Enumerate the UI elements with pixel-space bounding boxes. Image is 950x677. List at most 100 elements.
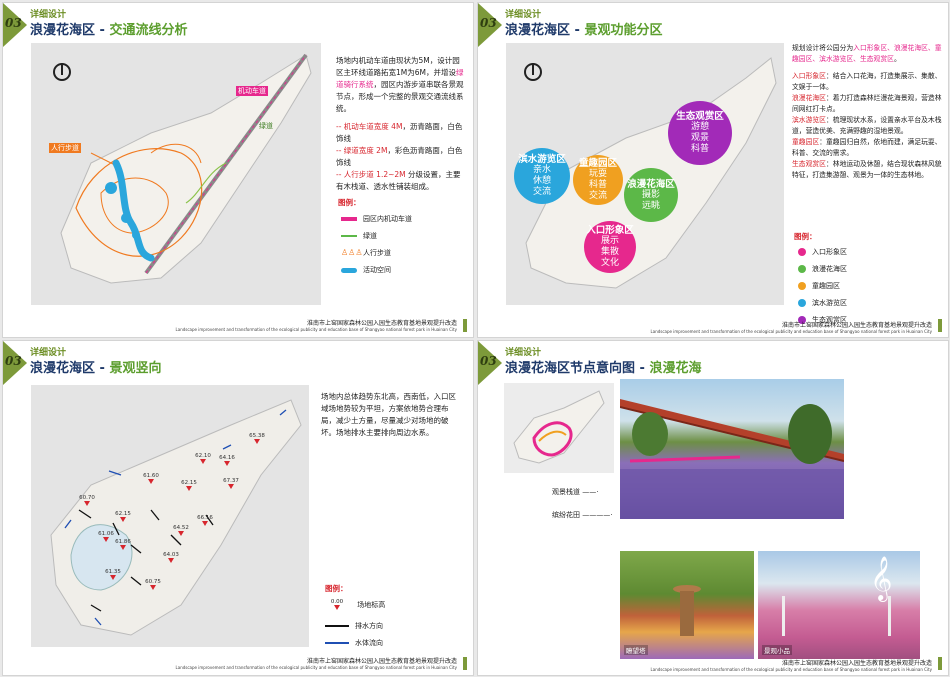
caption-sculpture: 景观小品 [762,645,792,655]
elevation-map: 65.38 62.10 64.16 67.37 61.60 62.15 60.7… [31,385,309,647]
traffic-plan-svg [60,53,312,284]
legend-activity-space: 活动空间 [341,265,391,275]
bubble-line: 科普 [588,180,607,190]
title-sub: 交通流线分析 [109,23,188,38]
spec-label: -- 绿道宽度 2M [336,146,388,155]
elevation-marker: 64.52 [170,525,192,536]
legend-label: 入口形象区 [812,248,847,256]
page-footer: 淮南市上窑国家森林公园入园生态教育基地景观提升改造 Landscape impr… [176,656,457,670]
bubble-line: 休憩 [532,176,551,186]
legend-entrance: 入口形象区 [798,247,847,257]
dot-icon [798,282,806,290]
intro-text: 规划设计将公园分为 [792,44,854,52]
elevation-marker: 62.15 [178,480,200,491]
zone-item: 滨水游览区：梳理现状水系，设置亲水平台及木栈道，营造优美、充满野趣的湿地景观。 [792,115,942,137]
annotation-boardwalk: 观景栈道 ——· [552,488,599,496]
elevation-marker: 65.38 [246,433,268,444]
legend-label: 绿道 [363,232,377,240]
legend-walkway: ♙♙♙人行步道 [341,248,391,258]
legend-vehicle-road: 园区内机动车道 [341,214,412,224]
elevation-base-svg [50,399,302,636]
desc-text: 场地内机动车道由现状为5M，设计园区主环线道路拓宽1M为6M，并增设 [336,56,460,77]
dot-icon [798,299,806,307]
footer-en: Landscape improvement and transformation… [175,665,457,670]
bubble-line: 展示 [600,236,619,246]
elevation-marker-icon: 0.00 [325,599,349,610]
elevation-marker: 66.16 [194,515,216,526]
title-sub: 浪漫花海 [649,361,702,376]
bubble-title: 童趣园区 [578,158,617,169]
legend-label: 场地标高 [357,600,386,609]
footer-en: Landscape improvement and transformation… [650,329,932,334]
zone-bubble-entrance: 入口形象区 展示 集散 文化 [584,221,636,273]
title-main: 浪漫花海区 [30,23,96,38]
bubble-line: 摄影 [641,189,660,200]
bubble-line: 文化 [600,258,619,268]
intro-end: 。 [893,55,901,63]
zone-bubble-flowers: 浪漫花海区 摄影 远眺 [624,168,678,222]
vertical-description: 场地内总体趋势东北高，西南低，入口区域场地势较为平坦，方案依地势合理布局，减少土… [321,392,456,437]
zone-item: 入口形象区：结合入口花海，打造集展示、集散、文娱于一体。 [792,71,942,93]
elevation-marker: 61.60 [140,473,162,484]
legend-label: 滨水游览区 [812,299,847,307]
footer-bar [938,657,942,670]
pedestrian-icon: ♙♙♙ [341,248,363,257]
annotation-label: 缤纷花田 [552,511,580,519]
label-greenway: 绿道 [259,122,273,130]
zone-item: 浪漫花海区：着力打造森林烂漫花海景观，营造林间网红打卡点。 [792,93,942,115]
elevation-marker: 64.16 [216,455,238,466]
legend-label: 人行步道 [363,249,391,257]
photo-watchtower: 瞭望塔 [620,551,754,659]
bubble-title: 浪漫花海区 [627,178,675,190]
zone-bubble-waterfront: 滨水游览区 亲水 休憩 交流 [514,148,570,204]
footer-cn: 淮南市上窑国家森林公园入园生态教育基地景观提升改造 [306,658,457,665]
section-number: 03 [480,354,497,368]
site-plan-map: 机动车道 人行步道 绿道 [31,43,321,305]
bubble-line: 亲水 [532,165,551,175]
legend-children: 童趣园区 [798,281,840,291]
north-arrow-icon [53,63,71,81]
annotation-flower-field: 缤纷花田 ————· [552,511,613,519]
page-vertical-design: 03 详细设计 浪漫花海区 - 景观竖向 65.38 62.10 64.16 6… [2,340,474,676]
elevation-marker: 60.75 [142,579,164,590]
legend-waterfront: 滨水游览区 [798,298,847,308]
key-plan-map [504,383,614,473]
legend-label: 水体流向 [355,639,383,647]
title-main: 浪漫花海区节点意向图 [505,361,636,376]
bubble-title: 生态观赏区 [676,111,724,122]
page-footer: 淮南市上窑国家森林公园入园生态教育基地景观提升改造 Landscape impr… [651,320,932,334]
zone-item: 生态观赏区：林地运动及休憩，结合现状森林风貌特征，打造集游憩、观景为一体的生态林… [792,159,942,181]
bubble-line: 交流 [588,191,607,201]
legend-greenway: 绿道 [341,231,377,241]
photo-landscape-sculpture: 𝄞 景观小品 [758,551,920,659]
bubble-line: 玩耍 [588,169,607,179]
title-main: 浪漫花海区 [505,23,571,38]
bubble-line: 游憩 [690,122,709,132]
elevation-marker: 67.37 [220,478,242,489]
footer-bar [463,657,467,670]
legend-elevation: 0.00 场地标高 [325,599,385,610]
zone-bubble-ecological: 生态观赏区 游憩 观景 科普 [668,101,732,165]
label-walkway: 人行步道 [49,143,81,153]
legend-title: 图例： [338,198,361,207]
dot-icon [798,248,806,256]
title-sub: 景观竖向 [109,361,162,376]
road-spec-1: -- 机动车道宽度 4M，沥青路面，白色饰线 [336,121,464,145]
elevation-marker: 60.70 [76,495,98,506]
watchtower-svg [673,585,701,636]
legend-label: 园区内机动车道 [363,215,412,223]
zone-name: 浪漫花海区 [792,94,826,102]
water-flow-line-icon [325,642,349,644]
zone-name: 滨水游览区 [792,116,826,124]
legend-sample-value: 0.00 [330,599,344,605]
main-photo-flower-sea [620,379,844,519]
label-vehicle-road: 机动车道 [236,86,268,96]
page-node-imagery: 03 详细设计 浪漫花海区节点意向图 - 浪漫花海 观景栈道 ——· 缤纷花田 … [477,340,949,676]
treble-clef-icon: 𝄞 [870,556,892,602]
legend-label: 浪漫花海区 [812,265,847,273]
annotation-label: 观景栈道 [552,488,580,496]
title-main: 浪漫花海区 [30,361,96,376]
section-number: 03 [5,16,22,30]
spec-label: -- 人行步道 1.2~2M [336,170,406,179]
legend-label: 童趣园区 [812,282,840,290]
